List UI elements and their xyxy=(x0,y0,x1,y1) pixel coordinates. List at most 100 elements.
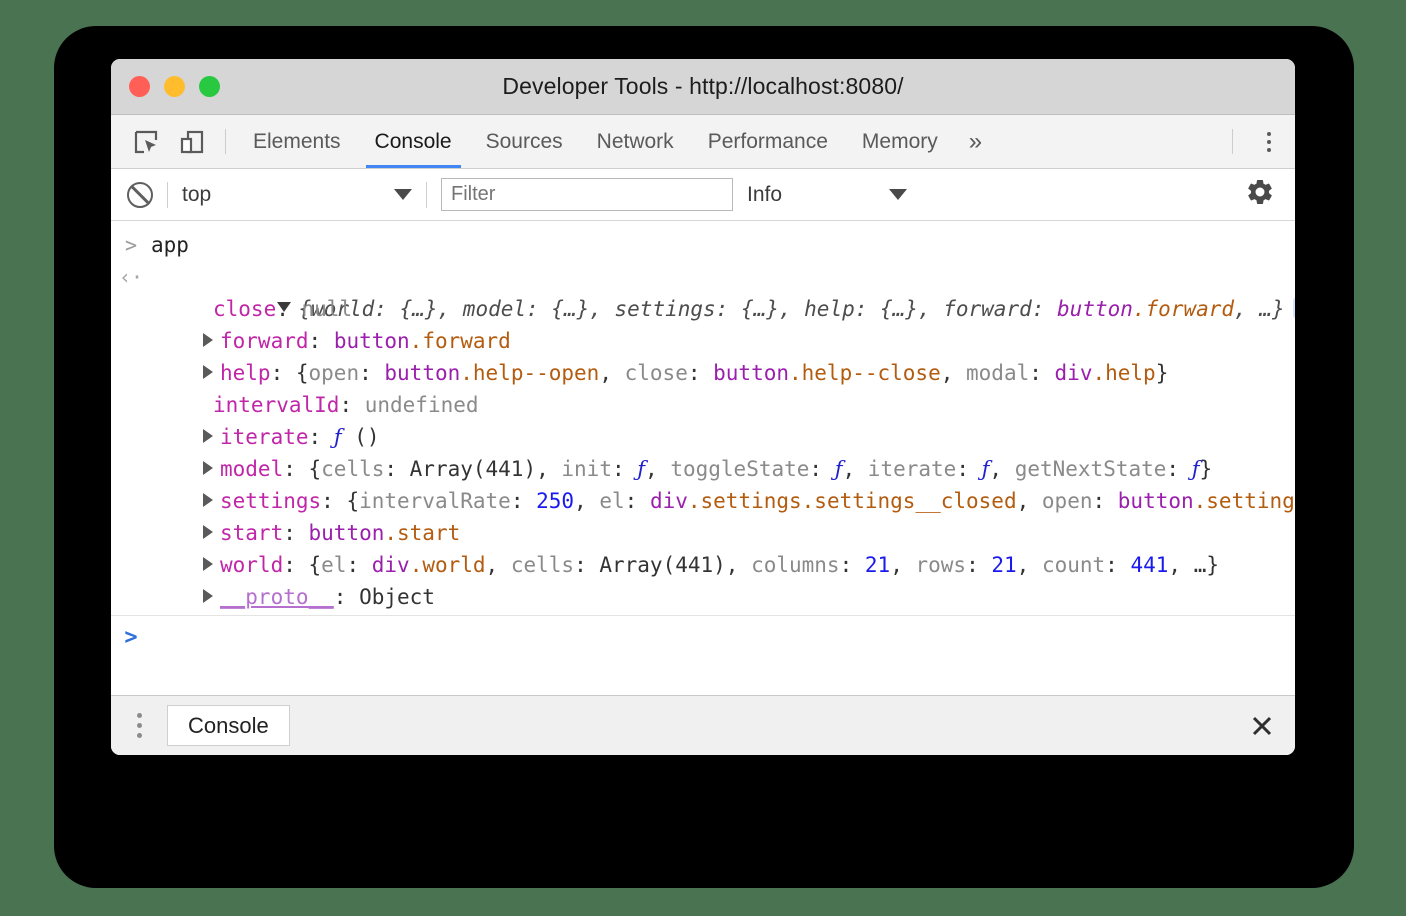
token: : xyxy=(283,521,308,545)
token: settings xyxy=(220,489,321,513)
tab-sources[interactable]: Sources xyxy=(469,115,580,168)
property-row[interactable]: help: {open: button.help--open, close: b… xyxy=(111,357,1295,389)
console-prompt-row[interactable]: > xyxy=(111,616,1295,660)
token: : { xyxy=(283,553,321,577)
property-row[interactable]: iterate: ƒ () xyxy=(111,421,1295,453)
chevron-right-icon[interactable] xyxy=(203,461,213,475)
chevron-right-icon[interactable] xyxy=(203,589,213,603)
token: 250 xyxy=(536,489,574,513)
device-toolbar-button[interactable] xyxy=(169,115,215,168)
token: modal xyxy=(966,361,1029,385)
chevron-right-icon[interactable] xyxy=(203,557,213,571)
tab-elements[interactable]: Elements xyxy=(236,115,358,168)
property-row[interactable]: world: {el: div.world, cells: Array(441)… xyxy=(111,549,1295,581)
token: : Array(441), xyxy=(574,553,751,577)
token: div xyxy=(372,553,410,577)
token: 21 xyxy=(991,553,1016,577)
property-row[interactable]: settings: {intervalRate: 250, el: div.se… xyxy=(111,485,1295,517)
token: , xyxy=(941,361,966,385)
token: : xyxy=(339,393,364,417)
tab-label: Console xyxy=(375,130,452,154)
tab-performance[interactable]: Performance xyxy=(691,115,845,168)
token: .start xyxy=(384,521,460,545)
context-label: top xyxy=(182,183,394,207)
context-selector[interactable]: top xyxy=(182,183,412,207)
close-drawer-button[interactable] xyxy=(1229,696,1295,755)
console-toolbar: top Info xyxy=(111,169,1295,221)
token: __proto__ xyxy=(220,585,334,609)
chevron-right-icon[interactable] xyxy=(203,365,213,379)
property-list: close: nullforward: button.forwardhelp: … xyxy=(111,293,1295,613)
device-toolbar-icon xyxy=(179,129,205,155)
chevron-right-icon[interactable] xyxy=(203,333,213,347)
token: close xyxy=(625,361,688,385)
token: , xyxy=(599,361,624,385)
property-row[interactable]: model: {cells: Array(441), init: ƒ, togg… xyxy=(111,453,1295,485)
chevron-right-icon[interactable] xyxy=(203,525,213,539)
token: , xyxy=(645,457,670,481)
kebab-menu-icon xyxy=(1267,132,1271,136)
drawer-spacer xyxy=(290,696,1229,755)
tab-list: Elements Console Sources Network Perform… xyxy=(236,115,996,168)
token: iterate xyxy=(868,457,957,481)
token: : xyxy=(359,361,384,385)
token: : xyxy=(1029,361,1054,385)
panel-tabbar: Elements Console Sources Network Perform… xyxy=(111,115,1295,169)
clear-console-icon[interactable] xyxy=(127,182,153,208)
screen: Developer Tools - http://localhost:8080/… xyxy=(0,0,1406,916)
chevron-right-icon[interactable] xyxy=(203,429,213,443)
token: .help xyxy=(1092,361,1155,385)
more-tabs-button[interactable]: » xyxy=(955,115,996,168)
info-badge[interactable]: i xyxy=(1293,297,1295,319)
prompt-chevron-icon: > xyxy=(111,622,151,654)
property-row[interactable]: __proto__: Object xyxy=(111,581,1295,613)
console-command-row[interactable]: > app xyxy=(111,221,1295,261)
token: , xyxy=(1017,489,1042,513)
main-menu-button[interactable] xyxy=(1243,115,1295,168)
property-row[interactable]: start: button.start xyxy=(111,517,1295,549)
console-result-row[interactable]: ‹· {world: {…}, model: {…}, settings: {…… xyxy=(111,261,1295,293)
token: div xyxy=(1055,361,1093,385)
filter-input[interactable] xyxy=(441,178,733,211)
token: columns xyxy=(751,553,840,577)
tab-console[interactable]: Console xyxy=(358,115,469,168)
chevron-right-icon[interactable] xyxy=(203,493,213,507)
token: toggleState xyxy=(670,457,809,481)
chevron-expanded-icon[interactable] xyxy=(277,302,291,312)
log-level-label: Info xyxy=(747,183,889,207)
token: : xyxy=(840,553,865,577)
toolbar-divider xyxy=(225,129,226,154)
drawer-tab-console[interactable]: Console xyxy=(167,705,290,746)
token: intervalId xyxy=(213,393,339,417)
tab-memory[interactable]: Memory xyxy=(845,115,955,168)
token: .settings xyxy=(1194,489,1295,513)
drawer-menu-button[interactable] xyxy=(111,696,167,755)
property-row[interactable]: intervalId: undefined xyxy=(111,389,1295,421)
token: .settings.settings__closed xyxy=(688,489,1017,513)
token: ƒ xyxy=(334,425,342,449)
token: undefined xyxy=(365,393,479,417)
token: button xyxy=(713,361,789,385)
token: : xyxy=(346,553,371,577)
tab-network[interactable]: Network xyxy=(580,115,691,168)
settings-button[interactable] xyxy=(1245,177,1275,212)
console-log[interactable]: > app ‹· {world: {…}, model: {…}, settin… xyxy=(111,221,1295,695)
tab-label: Memory xyxy=(862,130,938,154)
token: : xyxy=(956,457,981,481)
token: : Object xyxy=(334,585,435,609)
token: ƒ xyxy=(835,457,843,481)
log-level-selector[interactable]: Info xyxy=(747,183,907,207)
token: .forward xyxy=(410,329,511,353)
inspect-element-button[interactable] xyxy=(123,115,169,168)
property-row[interactable]: forward: button.forward xyxy=(111,325,1295,357)
token: el xyxy=(599,489,624,513)
token: button xyxy=(1118,489,1194,513)
property-content: world: {el: div.world, cells: Array(441)… xyxy=(151,549,1295,581)
property-content: close: null xyxy=(151,293,1295,325)
token: : xyxy=(809,457,834,481)
result-gutter-icon: ‹· xyxy=(111,261,151,293)
token: world xyxy=(220,553,283,577)
property-content: help: {open: button.help--open, close: b… xyxy=(151,357,1295,389)
token: } xyxy=(1199,457,1212,481)
property-content: iterate: ƒ () xyxy=(151,421,1295,453)
